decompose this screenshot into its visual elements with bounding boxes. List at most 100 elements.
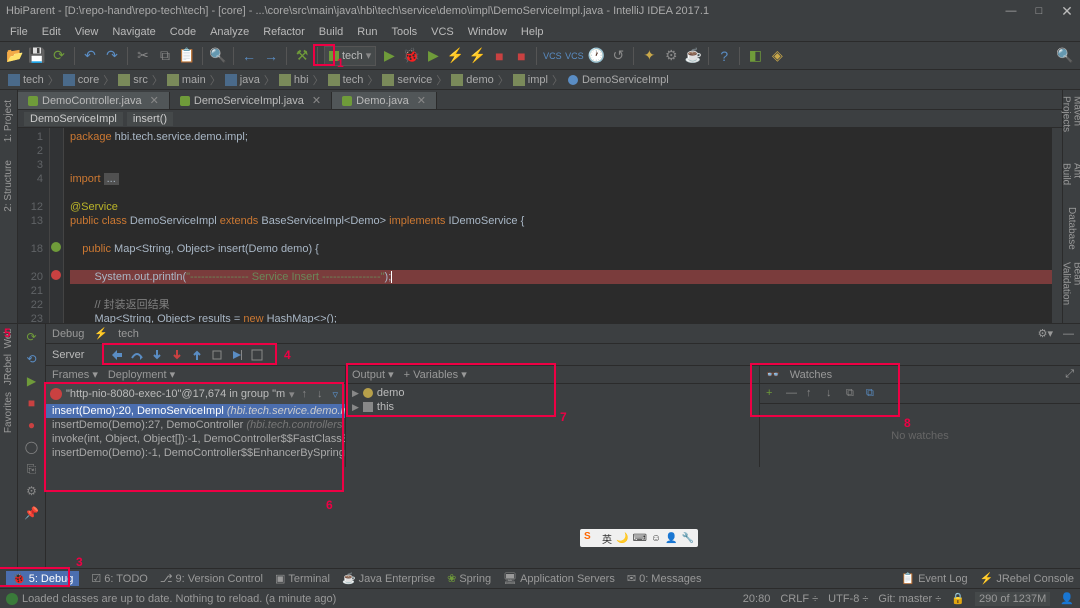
ext2-icon[interactable]: ◈ xyxy=(768,47,786,65)
run-to-cursor-icon[interactable] xyxy=(228,346,246,364)
bt-vcs[interactable]: ⎇9: Version Control xyxy=(160,572,263,585)
maximize-button[interactable]: □ xyxy=(1032,4,1046,18)
output-tab[interactable]: Output ▾ xyxy=(352,368,394,381)
gear-icon[interactable]: ⚙▾ xyxy=(1038,327,1053,340)
force-step-into-icon[interactable] xyxy=(168,346,186,364)
drop-frame-icon[interactable] xyxy=(208,346,226,364)
menu-analyze[interactable]: Analyze xyxy=(204,25,255,39)
deployment-tab[interactable]: Deployment ▾ xyxy=(108,368,175,381)
menu-build[interactable]: Build xyxy=(313,25,349,39)
jrebel-run-icon[interactable]: ⚡ xyxy=(446,47,464,65)
mute-icon[interactable]: ◯ xyxy=(23,438,41,456)
crumb-java[interactable]: java xyxy=(223,74,262,86)
stop-icon[interactable]: ■ xyxy=(490,47,508,65)
status-mem[interactable]: 290 of 1237M xyxy=(975,592,1050,606)
menu-help[interactable]: Help xyxy=(515,25,550,39)
ext1-icon[interactable]: ◧ xyxy=(746,47,764,65)
crumb-src[interactable]: src xyxy=(116,74,150,86)
frame-row[interactable]: insert(Demo):20, DemoServiceImpl (hbi.te… xyxy=(46,404,345,418)
thread-next-icon[interactable]: ↓ xyxy=(314,388,326,400)
minimize-button[interactable]: — xyxy=(1004,4,1018,18)
evaluate-icon[interactable] xyxy=(248,346,266,364)
crumb-core[interactable]: core xyxy=(61,74,101,86)
bt-javaent[interactable]: ☕Java Enterprise xyxy=(342,572,435,585)
menu-window[interactable]: Window xyxy=(462,25,513,39)
menu-code[interactable]: Code xyxy=(164,25,202,39)
frames-tab[interactable]: Frames ▾ xyxy=(52,368,98,381)
run-config-select[interactable]: tech ▾ xyxy=(324,46,376,66)
stop-icon[interactable]: ■ xyxy=(23,394,41,412)
resume-icon[interactable]: ▶ xyxy=(23,372,41,390)
stop2-icon[interactable]: ■ xyxy=(512,47,530,65)
status-hector-icon[interactable]: 👤 xyxy=(1060,592,1074,605)
ime-moon-icon[interactable]: 🌙 xyxy=(616,533,628,544)
step-out-icon[interactable] xyxy=(188,346,206,364)
menu-file[interactable]: File xyxy=(4,25,34,39)
filter-icon[interactable]: ▿ xyxy=(329,388,341,401)
forward-icon[interactable]: → xyxy=(262,47,280,65)
bt-spring[interactable]: ❀Spring xyxy=(447,572,491,585)
server-tab[interactable]: Server xyxy=(52,349,94,361)
status-enc[interactable]: UTF-8 ÷ xyxy=(828,593,868,605)
sync-icon[interactable]: ⟳ xyxy=(50,47,68,65)
bt-terminal[interactable]: ▣Terminal xyxy=(275,572,330,585)
breakpoints-icon[interactable]: ● xyxy=(23,416,41,434)
crumb-file[interactable]: DemoServiceImpl xyxy=(565,74,671,86)
tool-favorites[interactable]: Favorites xyxy=(3,392,14,433)
undo-icon[interactable]: ↶ xyxy=(81,47,99,65)
update-icon[interactable]: ⟲ xyxy=(23,350,41,368)
vcs-history-icon[interactable]: 🕐 xyxy=(587,47,605,65)
paste-icon[interactable]: 📋 xyxy=(178,47,196,65)
crumb-hbi[interactable]: hbi xyxy=(277,74,311,86)
bt-appservers[interactable]: 🖥Application Servers xyxy=(503,572,615,585)
var-row[interactable]: ▶this xyxy=(352,400,753,414)
bc-class[interactable]: DemoServiceImpl xyxy=(24,112,123,126)
dump-icon[interactable]: ⎘ xyxy=(23,460,41,478)
bt-debug[interactable]: 🐞5: Debug xyxy=(6,571,79,586)
run-gutter-icon[interactable] xyxy=(51,242,61,252)
crumb-impl[interactable]: impl xyxy=(511,74,550,86)
frame-row[interactable]: insertDemo(Demo):27, DemoController (hbi… xyxy=(46,418,345,432)
step-over-icon[interactable] xyxy=(128,346,146,364)
frame-row[interactable]: insertDemo(Demo):-1, DemoController$$Enh… xyxy=(46,446,345,460)
tab-demoserviceimpl[interactable]: DemoServiceImpl.java✕ xyxy=(170,92,332,109)
editor-scrollbar[interactable] xyxy=(1052,128,1062,323)
menu-run[interactable]: Run xyxy=(351,25,383,39)
code-editor[interactable]: 1234 121318 2021222324 252627 package hb… xyxy=(18,128,1062,323)
save-icon[interactable]: 💾 xyxy=(28,47,46,65)
crumb-demo[interactable]: demo xyxy=(449,74,496,86)
dup-icon[interactable]: ⧉ xyxy=(866,387,880,401)
var-row[interactable]: ▶demo xyxy=(352,386,753,400)
ime-bar[interactable]: S 英 🌙 ⌨ ☺ 👤 🔧 xyxy=(580,529,698,547)
restore-icon[interactable]: ⤢ xyxy=(1065,368,1074,381)
menu-navigate[interactable]: Navigate xyxy=(106,25,161,39)
vcs-commit-icon[interactable]: VCS xyxy=(565,47,583,65)
frames-list[interactable]: insert(Demo):20, DemoServiceImpl (hbi.te… xyxy=(46,404,345,467)
ime-mode[interactable]: 英 xyxy=(602,531,612,546)
menu-view[interactable]: View xyxy=(69,25,105,39)
bc-method[interactable]: insert() xyxy=(127,112,173,126)
bt-jrebelconsole[interactable]: ⚡JRebel Console xyxy=(980,572,1074,585)
variables-tab[interactable]: + Variables ▾ xyxy=(404,368,467,381)
tool-database[interactable]: Database xyxy=(1064,201,1079,256)
tool-structure[interactable]: 2: Structure xyxy=(1,154,16,218)
settings-icon[interactable]: ⚙ xyxy=(662,47,680,65)
variables-list[interactable]: ▶demo ▶this xyxy=(346,384,759,467)
ime-user-icon[interactable]: 👤 xyxy=(665,533,677,544)
settings-icon[interactable]: ⚙ xyxy=(23,482,41,500)
crumb-tech[interactable]: tech xyxy=(326,74,366,86)
menu-refactor[interactable]: Refactor xyxy=(257,25,311,39)
ime-tool-icon[interactable]: 🔧 xyxy=(682,533,694,544)
tool-jrebel[interactable]: JRebel xyxy=(3,354,14,385)
build-icon[interactable]: ⚒ xyxy=(293,47,311,65)
help-icon[interactable]: ? xyxy=(715,47,733,65)
ime-keyboard-icon[interactable]: ⌨ xyxy=(632,533,646,544)
tab-demo[interactable]: Demo.java✕ xyxy=(332,92,437,109)
status-git[interactable]: Git: master ÷ xyxy=(878,593,941,605)
pin-icon[interactable]: 📌 xyxy=(23,504,41,522)
show-exec-icon[interactable] xyxy=(108,346,126,364)
copy-icon[interactable]: ⧉ xyxy=(156,47,174,65)
run-icon[interactable]: ▶ xyxy=(380,47,398,65)
remove-watch-icon[interactable]: — xyxy=(786,387,800,401)
ime-face-icon[interactable]: ☺ xyxy=(651,533,661,544)
